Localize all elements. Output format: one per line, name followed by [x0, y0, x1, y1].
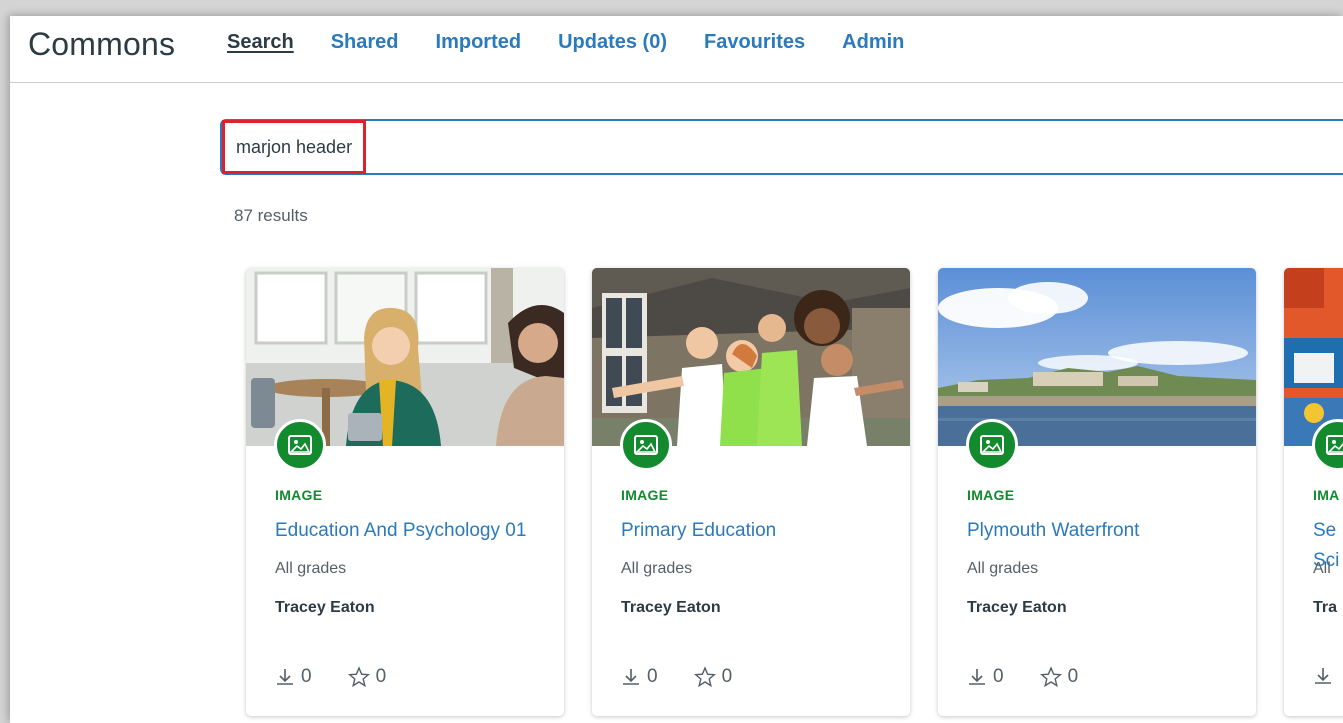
- result-card[interactable]: IMAGE Education And Psychology 01 All gr…: [246, 268, 564, 716]
- card-author: Tracey Eaton: [275, 599, 375, 616]
- card-type-label: IMAGE: [967, 487, 1015, 503]
- result-card[interactable]: IMAGE Primary Education All grades Trace…: [592, 268, 910, 716]
- nav-imported[interactable]: Imported: [436, 31, 522, 54]
- card-stats: 0 0: [275, 666, 422, 688]
- nav-favourites[interactable]: Favourites: [704, 31, 805, 54]
- card-title[interactable]: Education And Psychology 01: [275, 516, 545, 546]
- header: Commons Search Shared Imported Updates (…: [10, 16, 1343, 83]
- nav-admin[interactable]: Admin: [842, 31, 904, 54]
- favourite-count[interactable]: 0: [1039, 666, 1078, 688]
- image-icon: [634, 435, 658, 455]
- download-count: 0: [621, 666, 658, 688]
- download-icon: [969, 669, 985, 685]
- favourite-count[interactable]: 0: [347, 666, 386, 688]
- card-type-label: IMAGE: [275, 487, 323, 503]
- image-type-badge: [620, 419, 672, 471]
- card-type-label: IMA: [1313, 487, 1340, 503]
- card-title[interactable]: Plymouth Waterfront: [967, 516, 1237, 546]
- download-count: [1313, 666, 1333, 686]
- nav-updates[interactable]: Updates (0): [558, 31, 667, 54]
- search-box: [220, 119, 1343, 175]
- result-card[interactable]: IMA Se Sci All Tra: [1284, 268, 1343, 716]
- card-grades: All: [1313, 560, 1331, 577]
- main-nav: Search Shared Imported Updates (0) Favou…: [227, 31, 941, 54]
- app-window: Commons Search Shared Imported Updates (…: [10, 16, 1343, 723]
- image-icon: [980, 435, 1004, 455]
- nav-search[interactable]: Search: [227, 31, 294, 54]
- image-icon: [1326, 435, 1343, 455]
- download-icon: [623, 669, 639, 685]
- card-grades: All grades: [621, 560, 693, 577]
- card-grades: All grades: [275, 560, 347, 577]
- card-title[interactable]: Primary Education: [621, 516, 891, 546]
- nav-shared[interactable]: Shared: [331, 31, 399, 54]
- results-count: 87 results: [234, 206, 308, 225]
- card-type-label: IMAGE: [621, 487, 669, 503]
- card-grades: All grades: [967, 560, 1039, 577]
- app-title: Commons: [28, 26, 176, 62]
- card-author: Tra: [1313, 599, 1338, 616]
- download-count: 0: [275, 666, 312, 688]
- card-stats: [1313, 666, 1343, 686]
- image-icon: [288, 435, 312, 455]
- card-author: Tracey Eaton: [621, 599, 721, 616]
- card-stats: 0 0: [967, 666, 1114, 688]
- star-icon: [347, 666, 370, 688]
- download-count: 0: [967, 666, 1004, 688]
- favourite-count[interactable]: 0: [693, 666, 732, 688]
- download-icon: [1315, 668, 1331, 684]
- star-icon: [1039, 666, 1062, 688]
- result-card[interactable]: IMAGE Plymouth Waterfront All grades Tra…: [938, 268, 1256, 716]
- download-icon: [277, 669, 293, 685]
- star-icon: [693, 666, 716, 688]
- card-author: Tracey Eaton: [967, 599, 1067, 616]
- card-stats: 0 0: [621, 666, 768, 688]
- image-type-badge: [274, 419, 326, 471]
- search-input[interactable]: [236, 121, 1336, 173]
- image-type-badge: [966, 419, 1018, 471]
